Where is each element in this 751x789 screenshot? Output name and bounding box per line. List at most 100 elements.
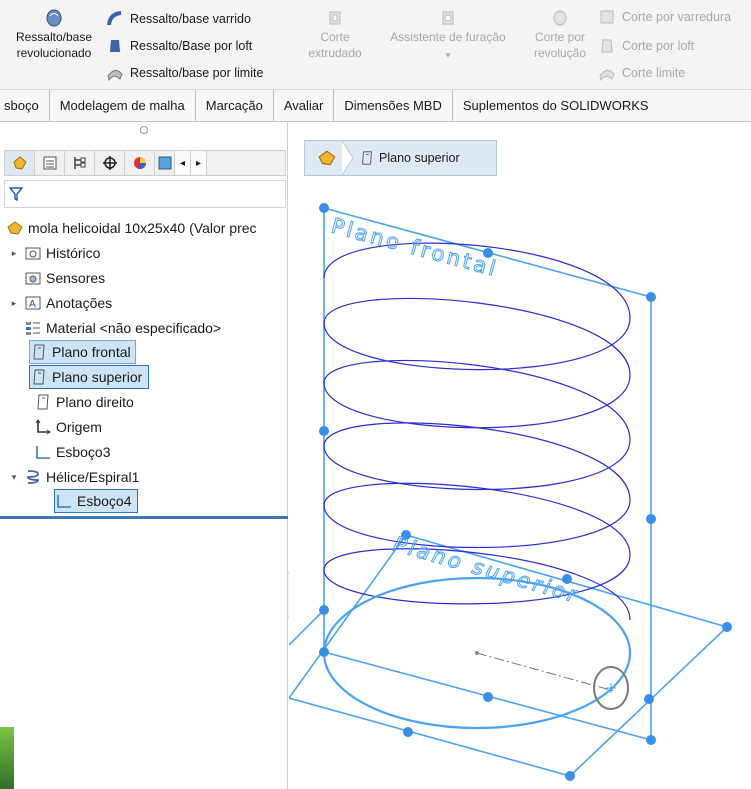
- tree-item-label: Esboço4: [77, 493, 132, 509]
- svg-text:A: A: [29, 299, 36, 310]
- swept-boss-button[interactable]: Ressalto/base varrido: [106, 8, 251, 30]
- origin-icon: [35, 419, 51, 435]
- plane-icon: [37, 394, 49, 410]
- tab-markup[interactable]: Marcação: [196, 90, 274, 121]
- tree-item-label: Esboço3: [56, 444, 111, 460]
- display-manager-tab[interactable]: [125, 151, 155, 175]
- tree-item-right-plane[interactable]: Plano direito: [34, 390, 134, 414]
- revolve-boss-button[interactable]: Ressalto/base revolucionado: [6, 8, 102, 61]
- dimxpert-icon: [102, 156, 117, 170]
- tree-item-material[interactable]: Material <não especificado>: [24, 316, 221, 340]
- tree-item-label: Material <não especificado>: [46, 320, 222, 336]
- revolved-cut-button[interactable]: Corte por revolução: [524, 8, 596, 61]
- configuration-manager-icon: [73, 157, 85, 169]
- plane-icon: [33, 369, 45, 385]
- tree-item-label: Plano frontal: [52, 344, 131, 360]
- tab-solidworks-addins[interactable]: Suplementos do SOLIDWORKS: [453, 90, 659, 121]
- display-manager-icon: [133, 157, 146, 169]
- model-view: Plano frontal Plano superior: [289, 203, 732, 781]
- lofted-cut-button[interactable]: Corte por loft: [598, 35, 694, 57]
- material-icon: [26, 322, 40, 335]
- tree-item-sketch3[interactable]: Esboço3: [34, 440, 110, 464]
- command-manager-tabs: sboço Modelagem de malha Marcação Avalia…: [0, 90, 751, 122]
- boundary-boss-icon: [107, 70, 123, 82]
- tab-mesh-modeling[interactable]: Modelagem de malha: [50, 90, 196, 121]
- swept-cut-button[interactable]: Corte por varredura: [598, 6, 731, 28]
- tree-item-label: Plano superior: [52, 369, 143, 385]
- center-point[interactable]: [475, 651, 479, 655]
- sensors-folder-icon: [25, 272, 41, 285]
- panel-grip-icon[interactable]: [140, 126, 148, 134]
- background-window-edge: [0, 727, 14, 789]
- tree-item-top-plane[interactable]: Plano superior: [29, 365, 150, 389]
- tabs-scroll-left-icon[interactable]: ◂: [175, 151, 191, 175]
- expand-arrow-icon[interactable]: ▸: [8, 248, 20, 259]
- top-plane-edge: [289, 609, 325, 646]
- loft-boss-button[interactable]: Ressalto/Base por loft: [106, 35, 252, 57]
- plane-icon: [33, 344, 45, 360]
- configuration-manager-tab[interactable]: [65, 151, 95, 175]
- revolve-boss-icon: [46, 9, 62, 27]
- hole-wizard-dropdown-icon[interactable]: ▾: [446, 47, 451, 63]
- tree-item-label: Plano direito: [56, 394, 134, 410]
- tab-sketch[interactable]: sboço: [0, 90, 50, 121]
- revolved-cut-icon: [553, 10, 567, 26]
- feature-manager-panel: ◂ ▸ mola helicoidal 10x25x40 (Valor prec…: [0, 122, 288, 789]
- tree-item-label: Histórico: [46, 245, 101, 261]
- part-icon: [7, 221, 23, 235]
- dimxpert-manager-tab[interactable]: [95, 151, 125, 175]
- collapse-arrow-icon[interactable]: ▾: [8, 472, 20, 483]
- top-plane-label: Plano superior: [391, 532, 583, 608]
- tree-item-history[interactable]: ▸ Histórico: [8, 241, 101, 265]
- tree-item-label: Hélice/Espiral1: [46, 469, 140, 485]
- expand-arrow-icon[interactable]: ▸: [8, 298, 20, 309]
- tree-item-helix[interactable]: ▾ Hélice/Espiral1: [8, 465, 140, 489]
- tree-item-sensors[interactable]: Sensores: [24, 266, 105, 290]
- boundary-boss-button[interactable]: Ressalto/base por limite: [106, 62, 263, 84]
- ribbon-toolbar: Ressalto/base revolucionado Ressalto/bas…: [0, 0, 751, 90]
- breadcrumb: Plano superior: [304, 140, 497, 176]
- hole-wizard-label: Assistente de furação: [390, 30, 506, 44]
- tree-filter[interactable]: [4, 180, 286, 208]
- tree-item-label: Origem: [56, 419, 102, 435]
- lofted-cut-icon: [601, 39, 613, 53]
- front-plane-outline[interactable]: [323, 206, 652, 742]
- property-manager-tab[interactable]: [35, 151, 65, 175]
- feature-manager-tab[interactable]: [5, 151, 35, 175]
- panel-splitter[interactable]: [0, 516, 288, 519]
- property-manager-icon: [43, 156, 56, 170]
- swept-boss-icon: [107, 11, 122, 26]
- history-folder-icon: [25, 247, 41, 260]
- breadcrumb-item[interactable]: Plano superior: [379, 151, 460, 165]
- feature-manager-icon: [12, 156, 27, 170]
- tree-root-part[interactable]: mola helicoidal 10x25x40 (Valor prec: [6, 216, 257, 240]
- swept-cut-icon: [600, 10, 614, 24]
- cam-manager-tab[interactable]: [155, 151, 175, 175]
- graphics-area[interactable]: Plano frontal Plano superior: [289, 122, 751, 789]
- tree-item-sketch4[interactable]: Esboço4: [54, 489, 139, 513]
- hole-wizard-icon: [442, 11, 454, 25]
- tree-item-label: Anotações: [46, 295, 113, 311]
- tree-item-front-plane[interactable]: Plano frontal: [29, 340, 136, 364]
- revolved-cut-label: Corte por revolução: [533, 30, 587, 60]
- annotations-folder-icon: A: [25, 296, 41, 310]
- helix-icon: [27, 470, 39, 484]
- plane-icon: [362, 151, 372, 165]
- sketch-icon: [36, 446, 50, 459]
- breadcrumb-part[interactable]: [305, 141, 354, 175]
- lofted-cut-label: Corte por loft: [622, 39, 695, 53]
- tree-item-origin[interactable]: Origem: [34, 415, 102, 439]
- boundary-cut-icon: [599, 70, 615, 82]
- loft-boss-icon: [110, 40, 120, 52]
- plane-handles[interactable]: [319, 203, 732, 781]
- tree-item-annotations[interactable]: ▸ A Anotações: [8, 291, 112, 315]
- tab-evaluate[interactable]: Avaliar: [274, 90, 335, 121]
- sketch-icon: [57, 495, 71, 508]
- tabs-scroll-right-icon[interactable]: ▸: [191, 151, 207, 175]
- revolve-boss-label: Ressalto/base revolucionado: [15, 30, 93, 60]
- tab-mbd-dimensions[interactable]: Dimensões MBD: [334, 90, 453, 121]
- boundary-cut-button[interactable]: Corte limite: [598, 62, 685, 84]
- front-plane-label: Plano frontal: [329, 214, 501, 282]
- extruded-cut-button[interactable]: Corte extrudado: [302, 8, 368, 61]
- hole-wizard-button[interactable]: Assistente de furação ▾: [372, 8, 524, 63]
